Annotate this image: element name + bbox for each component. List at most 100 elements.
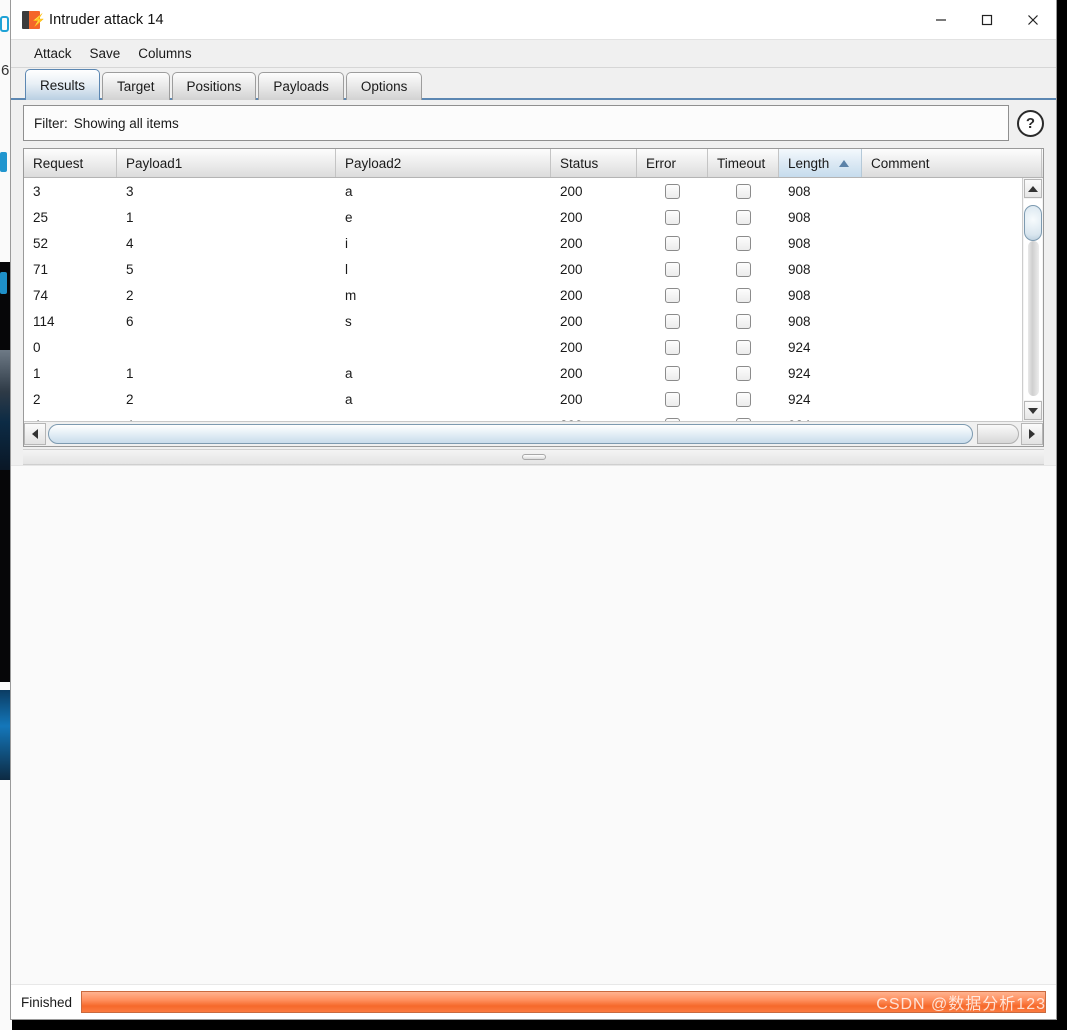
error-checkbox-icon[interactable] <box>665 183 680 199</box>
timeout-checkbox-icon[interactable] <box>736 365 751 381</box>
vertical-scroll-track[interactable] <box>1024 199 1042 400</box>
cell-request: 4 <box>24 412 117 422</box>
error-checkbox-icon[interactable] <box>665 417 680 421</box>
timeout-checkbox-icon[interactable] <box>736 313 751 329</box>
horizontal-scrollbar[interactable] <box>24 421 1043 446</box>
timeout-checkbox-icon[interactable] <box>736 417 751 421</box>
cell-comment <box>862 230 1022 256</box>
cell-length: 924 <box>779 412 862 422</box>
cell-payload1: 3 <box>126 183 134 199</box>
timeout-checkbox-icon[interactable] <box>736 261 751 277</box>
tab-options[interactable]: Options <box>345 72 423 100</box>
tab-payloads[interactable]: Payloads <box>258 72 344 100</box>
cell-error-checkbox[interactable] <box>637 386 708 412</box>
cell-status: 200 <box>560 209 583 225</box>
cell-error-checkbox[interactable] <box>637 178 708 204</box>
cell-timeout-checkbox[interactable] <box>708 282 779 308</box>
error-checkbox-icon[interactable] <box>665 339 680 355</box>
cell-error-checkbox[interactable] <box>637 412 708 421</box>
table-row[interactable]: 52 4 i 200 908 <box>24 230 1022 256</box>
error-checkbox-icon[interactable] <box>665 209 680 225</box>
horizontal-scroll-track-end[interactable] <box>977 424 1019 444</box>
column-header-request[interactable]: Request <box>24 149 117 177</box>
minimize-button[interactable] <box>918 0 964 39</box>
cell-timeout-checkbox[interactable] <box>708 334 779 360</box>
menu-item-columns[interactable]: Columns <box>129 43 200 64</box>
scroll-left-icon[interactable] <box>24 423 46 445</box>
column-header-payload2[interactable]: Payload2 <box>336 149 551 177</box>
cell-status: 200 <box>560 339 583 355</box>
cell-timeout-checkbox[interactable] <box>708 230 779 256</box>
results-table-body[interactable]: 3 3 a 200 908 25 1 e 200 908 52 4 i 200 908 71 5 l 200 908 7… <box>24 178 1022 421</box>
cell-error-checkbox[interactable] <box>637 204 708 230</box>
cell-payload1: 6 <box>126 313 134 329</box>
error-checkbox-icon[interactable] <box>665 313 680 329</box>
cell-timeout-checkbox[interactable] <box>708 204 779 230</box>
tab-positions[interactable]: Positions <box>171 72 257 100</box>
cell-error-checkbox[interactable] <box>637 282 708 308</box>
error-checkbox-icon[interactable] <box>665 365 680 381</box>
help-icon[interactable]: ? <box>1017 109 1044 137</box>
cell-timeout-checkbox[interactable] <box>708 178 779 204</box>
intruder-attack-window: ⚡ Intruder attack 14 Attack Save Columns… <box>10 0 1057 1020</box>
horizontal-scroll-track[interactable] <box>46 423 1021 445</box>
column-header-status[interactable]: Status <box>551 149 637 177</box>
cell-request: 0 <box>33 339 41 355</box>
cell-request: 2 <box>33 391 41 407</box>
vertical-scroll-thumb[interactable] <box>1024 205 1042 241</box>
menu-item-save[interactable]: Save <box>81 43 130 64</box>
cell-timeout-checkbox[interactable] <box>708 360 779 386</box>
error-checkbox-icon[interactable] <box>665 235 680 251</box>
scroll-right-icon[interactable] <box>1021 423 1043 445</box>
table-row[interactable]: 74 2 m 200 908 <box>24 282 1022 308</box>
cell-timeout-checkbox[interactable] <box>708 256 779 282</box>
error-checkbox-icon[interactable] <box>665 391 680 407</box>
table-row[interactable]: 114 6 s 200 908 <box>24 308 1022 334</box>
column-header-payload1[interactable]: Payload1 <box>117 149 336 177</box>
error-checkbox-icon[interactable] <box>665 261 680 277</box>
column-header-length[interactable]: Length <box>779 149 862 177</box>
filter-bar[interactable]: Filter: Showing all items <box>23 105 1009 141</box>
maximize-button[interactable] <box>964 0 1010 39</box>
cell-comment <box>862 204 1022 230</box>
cell-timeout-checkbox[interactable] <box>708 386 779 412</box>
split-pane-grip[interactable] <box>521 454 546 460</box>
request-response-pane[interactable] <box>11 465 1056 984</box>
cell-error-checkbox[interactable] <box>637 360 708 386</box>
vertical-scrollbar[interactable] <box>1022 178 1043 421</box>
cell-timeout-checkbox[interactable] <box>708 308 779 334</box>
cell-error-checkbox[interactable] <box>637 256 708 282</box>
split-pane-divider[interactable] <box>23 449 1044 465</box>
timeout-checkbox-icon[interactable] <box>736 235 751 251</box>
cell-status: 200 <box>551 412 637 422</box>
tab-target[interactable]: Target <box>102 72 170 100</box>
column-header-comment[interactable]: Comment <box>862 149 1042 177</box>
timeout-checkbox-icon[interactable] <box>736 183 751 199</box>
timeout-checkbox-icon[interactable] <box>736 209 751 225</box>
cell-error-checkbox[interactable] <box>637 334 708 360</box>
timeout-checkbox-icon[interactable] <box>736 287 751 303</box>
attack-progress-bar <box>81 991 1046 1013</box>
table-row[interactable]: 71 5 l 200 908 <box>24 256 1022 282</box>
cell-error-checkbox[interactable] <box>637 230 708 256</box>
close-button[interactable] <box>1010 0 1056 39</box>
table-row[interactable]: 3 3 a 200 908 <box>24 178 1022 204</box>
table-row[interactable]: 44a200924 <box>24 412 1022 421</box>
timeout-checkbox-icon[interactable] <box>736 391 751 407</box>
scroll-down-icon[interactable] <box>1024 401 1042 420</box>
column-header-timeout[interactable]: Timeout <box>708 149 779 177</box>
menu-item-attack[interactable]: Attack <box>25 43 81 64</box>
cell-length: 908 <box>788 287 811 303</box>
cell-error-checkbox[interactable] <box>637 308 708 334</box>
timeout-checkbox-icon[interactable] <box>736 339 751 355</box>
scroll-up-icon[interactable] <box>1024 179 1042 198</box>
table-row[interactable]: 1 1 a 200 924 <box>24 360 1022 386</box>
table-row[interactable]: 2 2 a 200 924 <box>24 386 1022 412</box>
table-row[interactable]: 0 200 924 <box>24 334 1022 360</box>
error-checkbox-icon[interactable] <box>665 287 680 303</box>
horizontal-scroll-thumb[interactable] <box>48 424 973 444</box>
column-header-error[interactable]: Error <box>637 149 708 177</box>
table-row[interactable]: 25 1 e 200 908 <box>24 204 1022 230</box>
cell-timeout-checkbox[interactable] <box>708 412 779 421</box>
tab-results[interactable]: Results <box>25 69 101 100</box>
